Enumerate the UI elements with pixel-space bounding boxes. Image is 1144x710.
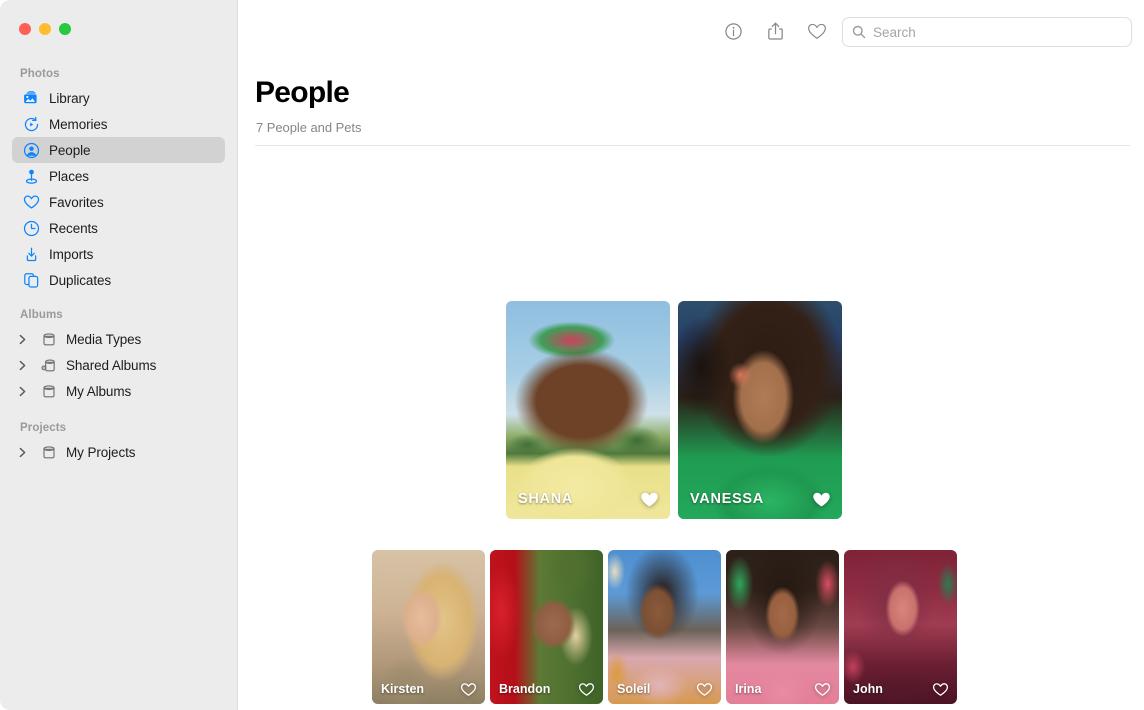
chevron-right-icon[interactable] [12,360,32,371]
sidebar-item-label: My Projects [66,445,135,460]
person-photo [726,550,839,704]
person-tile[interactable]: VANESSA [678,301,842,519]
share-icon[interactable] [754,17,796,45]
sidebar-item-imports[interactable]: Imports [12,241,225,267]
sidebar-item-label: Recents [49,221,98,236]
sidebar-section-header-photos: Photos [0,68,237,85]
person-tile[interactable]: SHANA [506,301,670,519]
sidebar-item-media-types[interactable]: Media Types [12,326,225,352]
clock-icon [23,220,40,237]
page-title: People [255,77,1130,109]
window-controls [19,23,71,35]
sidebar-section-header-albums: Albums [0,309,237,326]
page-subtitle: 7 People and Pets [256,120,1130,135]
shared-album-icon [40,357,57,374]
toolbar [238,0,1144,62]
sidebar-item-label: Library [49,91,90,106]
sidebar-item-library[interactable]: Library [12,85,225,111]
sidebar-item-label: My Albums [66,384,131,399]
sidebar-item-label: Imports [49,247,93,262]
import-icon [23,246,40,263]
search-icon [852,25,866,39]
sidebar-item-label: Places [49,169,89,184]
sidebar-section-header-projects: Projects [0,422,237,439]
favorite-heart-icon[interactable] [796,17,838,45]
search-field[interactable] [842,17,1132,47]
sidebar-item-label: Memories [49,117,107,132]
person-tile[interactable]: Kirsten [372,550,485,704]
sidebar-item-label: People [49,143,90,158]
person-photo [490,550,603,704]
album-icon [40,444,57,461]
people-icon [23,142,40,159]
sidebar-item-my-albums[interactable]: My Albums [12,378,225,404]
chevron-right-icon[interactable] [12,334,32,345]
person-tile[interactable]: John [844,550,957,704]
places-icon [23,168,40,185]
person-tile[interactable]: Soleil [608,550,721,704]
person-photo [372,550,485,704]
duplicates-icon [23,272,40,289]
chevron-right-icon[interactable] [12,386,32,397]
info-icon[interactable] [712,17,754,45]
library-icon [23,90,40,107]
sidebar-item-duplicates[interactable]: Duplicates [12,267,225,293]
sidebar-item-places[interactable]: Places [12,163,225,189]
sidebar-item-label: Duplicates [49,273,111,288]
sidebar: Photos Library Memories People Places Favorit… [0,0,238,710]
sidebar-item-favorites[interactable]: Favorites [12,189,225,215]
main-area: People 7 People and Pets SHANAVANESSA Kir… [238,0,1144,710]
memories-icon [23,116,40,133]
person-photo [678,301,842,519]
chevron-right-icon[interactable] [12,447,32,458]
zoom-button[interactable] [59,23,71,35]
person-photo [506,301,670,519]
album-icon [40,383,57,400]
close-button[interactable] [19,23,31,35]
sidebar-item-people[interactable]: People [12,137,225,163]
header-divider [255,145,1130,146]
sidebar-item-memories[interactable]: Memories [12,111,225,137]
person-tile[interactable]: Irina [726,550,839,704]
sidebar-item-shared-albums[interactable]: Shared Albums [12,352,225,378]
minimize-button[interactable] [39,23,51,35]
album-icon [40,331,57,348]
sidebar-item-recents[interactable]: Recents [12,215,225,241]
search-input[interactable] [873,25,1122,40]
heart-icon [23,194,40,211]
person-tile[interactable]: Brandon [490,550,603,704]
person-photo [608,550,721,704]
sidebar-item-label: Favorites [49,195,104,210]
person-photo [844,550,957,704]
content-header: People 7 People and Pets [238,77,1144,146]
sidebar-item-my-projects[interactable]: My Projects [12,439,225,465]
photos-window: Photos Library Memories People Places Favorit… [0,0,1144,710]
sidebar-item-label: Shared Albums [66,358,156,373]
sidebar-item-label: Media Types [66,332,141,347]
sidebar-nav: Photos Library Memories People Places Favorit… [0,0,237,465]
